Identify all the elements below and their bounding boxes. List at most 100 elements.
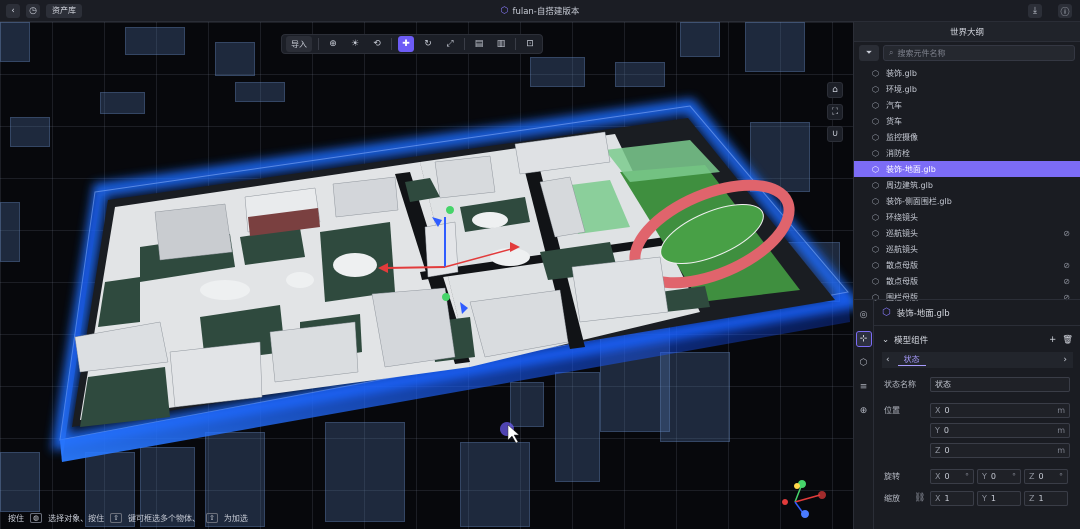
model-icon: ⬡: [872, 132, 879, 142]
outline-item[interactable]: ⬡ 散点母版 ⊘: [854, 273, 1080, 289]
outline-item[interactable]: ⬡ 消防栓: [854, 145, 1080, 161]
eye-off-icon[interactable]: ⊘: [1063, 277, 1070, 286]
axis-x-label: X: [935, 493, 941, 503]
chevron-left-icon[interactable]: ‹: [886, 355, 890, 365]
magnet-icon[interactable]: ∪: [827, 126, 843, 142]
scale-row: 缩放 ⛓ X 1 Y 1 Z 1: [874, 488, 1080, 508]
loop-icon[interactable]: ⟲: [369, 36, 385, 52]
outline-item[interactable]: ⬡ 巡航镜头 ⊘: [854, 225, 1080, 241]
rotation-y-value: 0: [990, 471, 996, 481]
outline-item[interactable]: ⬡ 装饰-地面.glb: [854, 161, 1080, 177]
scale-x-field[interactable]: X 1: [930, 490, 974, 506]
position-x-value: 0: [944, 405, 950, 415]
globe-icon[interactable]: ◎: [857, 308, 871, 322]
outline-item[interactable]: ⬡ 周边建筑.glb: [854, 177, 1080, 193]
move-icon[interactable]: ✚: [398, 36, 414, 52]
cube-icon: ⬡: [500, 6, 509, 16]
outline-item[interactable]: ⬡ 环境.glb: [854, 81, 1080, 97]
inspector-tabs: ◎ ⊹ ⬡ ≡ ⊕: [854, 300, 874, 529]
outline-item[interactable]: ⬡ 巡航镜头: [854, 241, 1080, 257]
world-icon[interactable]: ⊕: [857, 404, 871, 418]
scale-x-value: 1: [944, 493, 950, 503]
chevron-down-icon[interactable]: ⌄: [882, 335, 889, 345]
unit-label: °: [1012, 471, 1016, 481]
model-icon: ⬡: [872, 148, 879, 158]
campus-model[interactable]: [0, 22, 853, 529]
position-row-y: Y 0 m: [874, 420, 1080, 440]
outline-item-label: 散点母版: [886, 260, 918, 270]
project-title-text: fulan-自搭建版本: [512, 7, 580, 17]
bulb-icon[interactable]: ☀: [347, 36, 363, 52]
axis-y-label: Y: [982, 471, 987, 481]
asset-library-button[interactable]: 资产库: [46, 3, 82, 18]
outline-item[interactable]: ⬡ 散点母版 ⊘: [854, 257, 1080, 273]
axis-y-label: Y: [935, 425, 940, 435]
status-text: 为加选: [223, 513, 248, 523]
model-icon: ⬡: [872, 116, 879, 126]
outline-item[interactable]: ⬡ 环绕镜头: [854, 209, 1080, 225]
perspective-icon[interactable]: ⌂: [827, 82, 843, 98]
scale-icon[interactable]: ⤢: [442, 36, 458, 52]
component-title: 模型组件: [894, 336, 929, 346]
scale-y-value: 1: [990, 493, 996, 503]
eye-off-icon[interactable]: ⊘: [1063, 229, 1070, 238]
rotation-y-field[interactable]: Y 0 °: [977, 468, 1021, 484]
position-z-value: 0: [944, 445, 950, 455]
outline-item[interactable]: ⬡ 监控摄像: [854, 129, 1080, 145]
sliders-icon[interactable]: ≡: [857, 380, 871, 394]
mouse-icon: ◍: [30, 513, 43, 523]
download-icon[interactable]: ⤓: [1028, 4, 1042, 18]
import-button[interactable]: 导入: [286, 36, 312, 52]
tab-state[interactable]: 状态: [897, 354, 926, 366]
rotation-x-field[interactable]: X 0 °: [930, 468, 974, 484]
position-x-field[interactable]: X 0 m: [930, 402, 1070, 418]
state-name-field[interactable]: 状态: [930, 376, 1070, 392]
shift-key-icon: ⇧: [205, 513, 218, 523]
delete-icon[interactable]: 🗑: [1062, 335, 1073, 345]
model-icon: ⬡: [872, 276, 879, 286]
component-header[interactable]: ⌄ 模型组件 + 🗑: [874, 330, 1080, 350]
position-z-field[interactable]: Z 0 m: [930, 442, 1070, 458]
state-name-value: 状态: [935, 379, 951, 389]
rotate-icon[interactable]: ↻: [420, 36, 436, 52]
transform-tab-icon[interactable]: ⊹: [855, 331, 872, 347]
status-bar: 按住 ◍ 选择对象、按住 ⇧ 键可框选多个物体、 ⇧ 为加选: [0, 507, 248, 529]
eye-off-icon[interactable]: ⊘: [1063, 261, 1070, 270]
focus-icon[interactable]: ⛶: [827, 104, 843, 120]
outline-item-label: 货车: [886, 116, 902, 126]
outline-item[interactable]: ⬡ 装饰.glb: [854, 65, 1080, 81]
layers-icon[interactable]: ⬡: [857, 356, 871, 370]
lock-icon[interactable]: ⊡: [522, 36, 538, 52]
clock-icon[interactable]: ◷: [26, 3, 40, 18]
position-y-field[interactable]: Y 0 m: [930, 422, 1070, 438]
scale-z-field[interactable]: Z 1: [1024, 490, 1068, 506]
search-input[interactable]: ⌕ 搜索元件名称: [883, 45, 1075, 61]
unit-label: m: [1057, 445, 1065, 455]
axis-z-label: Z: [1029, 471, 1035, 481]
outline-item[interactable]: ⬡ 装饰-侧面围栏.glb: [854, 193, 1080, 209]
back-icon[interactable]: ‹: [6, 3, 20, 18]
outline-item[interactable]: ⬡ 汽车: [854, 97, 1080, 113]
search-icon: ⌕: [889, 48, 894, 57]
3d-viewport[interactable]: 导入 ⊕ ☀ ⟲ ✚ ↻ ⤢ ▤ ▥ ⊡ ⌂ ⛶ ∪ 按住 ◍ 选择对象、按住 …: [0, 22, 853, 529]
snap-icon[interactable]: ▥: [493, 36, 509, 52]
state-name-row: 状态名称 状态: [874, 374, 1080, 394]
info-icon[interactable]: ⓘ: [1058, 4, 1072, 18]
unit-label: m: [1057, 405, 1065, 415]
chevron-right-icon[interactable]: ›: [1063, 355, 1067, 365]
viewport-side-tools: ⌂ ⛶ ∪: [827, 82, 843, 142]
right-panel: 世界大纲 ⏷ ⌕ 搜索元件名称 ⬡ 装饰.glb ⬡ 环境.glb ⬡ 汽车 ⬡ 货车 ⬡ 监控摄…: [853, 22, 1080, 529]
add-object-icon[interactable]: ⊕: [325, 36, 341, 52]
toolbar-divider: [318, 38, 319, 50]
rotation-z-field[interactable]: Z 0 °: [1024, 468, 1068, 484]
state-tabs: ‹ 状态 ›: [882, 352, 1073, 368]
model-icon: ⬡: [872, 180, 879, 190]
link-icon[interactable]: ⛓: [914, 493, 930, 503]
viewport-toolbar: 导入 ⊕ ☀ ⟲ ✚ ↻ ⤢ ▤ ▥ ⊡: [281, 34, 543, 54]
filter-icon[interactable]: ⏷: [859, 45, 879, 61]
scale-y-field[interactable]: Y 1: [977, 490, 1021, 506]
align-icon[interactable]: ▤: [471, 36, 487, 52]
add-icon[interactable]: +: [1049, 335, 1056, 345]
position-y-value: 0: [943, 425, 949, 435]
outline-item[interactable]: ⬡ 货车: [854, 113, 1080, 129]
